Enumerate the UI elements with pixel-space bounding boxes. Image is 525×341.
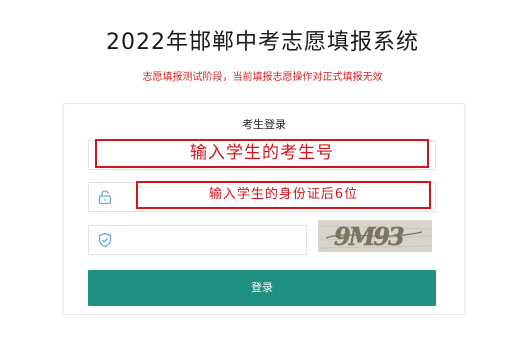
- login-button[interactable]: 登录: [88, 270, 436, 306]
- login-card-title: 考生登录: [242, 118, 286, 131]
- captcha-image[interactable]: 9M93: [318, 220, 432, 252]
- captcha-input[interactable]: [119, 228, 303, 252]
- test-notice: 志愿填报测试阶段，当前填报志愿操作对正式填报无效: [142, 72, 383, 83]
- password-hint: 输入学生的身份证后6位: [136, 181, 431, 209]
- lock-icon: [97, 189, 113, 205]
- page-title: 2022年邯郸中考志愿填报系统: [106, 30, 419, 55]
- username-hint: 输入学生的考生号: [95, 139, 429, 168]
- login-page: 2022年邯郸中考志愿填报系统 志愿填报测试阶段，当前填报志愿操作对正式填报无效…: [0, 0, 525, 341]
- captcha-field[interactable]: [88, 225, 307, 255]
- shield-icon: [97, 232, 113, 252]
